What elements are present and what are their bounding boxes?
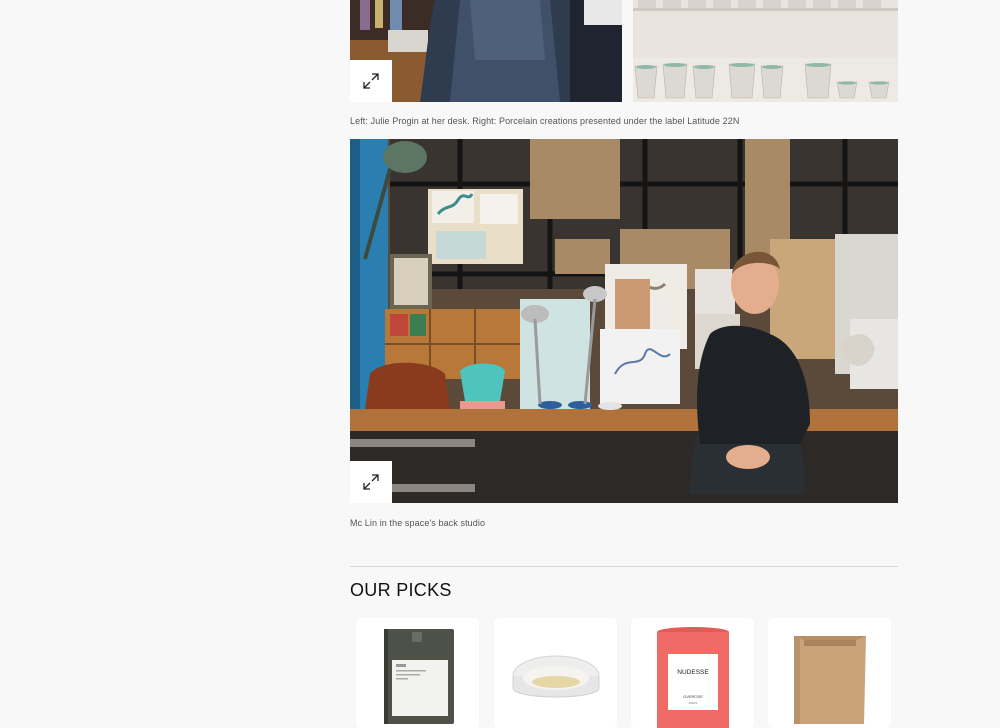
product-card-kraft-box[interactable] [768, 618, 891, 728]
candle-sub-text: OVEROSE [683, 694, 703, 699]
photo-caption-top: Left: Julie Progin at her desk. Right: P… [350, 116, 740, 126]
notebook-product-image [384, 629, 454, 724]
expand-diagonal-icon [363, 474, 379, 490]
glass-dish-product-image [512, 655, 600, 698]
candle-brand-text: NUDESSE [677, 669, 709, 676]
photo-studio [350, 139, 898, 503]
kraft-box-product-image [794, 636, 866, 724]
expand-studio-photo-button[interactable] [350, 461, 392, 503]
candle-product-image: NUDESSE OVEROSE PARIS [657, 627, 729, 728]
photo-caption-studio: Mc Lin in the space's back studio [350, 518, 486, 528]
product-card-candle[interactable]: NUDESSE OVEROSE PARIS [631, 618, 754, 728]
our-picks-title: OUR PICKS [350, 580, 452, 600]
photo-julie-progin [350, 0, 622, 102]
product-card-glass-dish[interactable] [494, 618, 617, 728]
photo-porcelain-creations [633, 0, 898, 102]
expand-diagonal-icon [363, 73, 379, 89]
porcelain-photo-graphic [633, 0, 898, 102]
product-card-notebook[interactable] [356, 618, 479, 728]
candle-city-text: PARIS [689, 701, 698, 705]
expand-photo-button[interactable] [350, 60, 392, 102]
section-divider [350, 566, 898, 567]
studio-photo-graphic [350, 139, 898, 503]
